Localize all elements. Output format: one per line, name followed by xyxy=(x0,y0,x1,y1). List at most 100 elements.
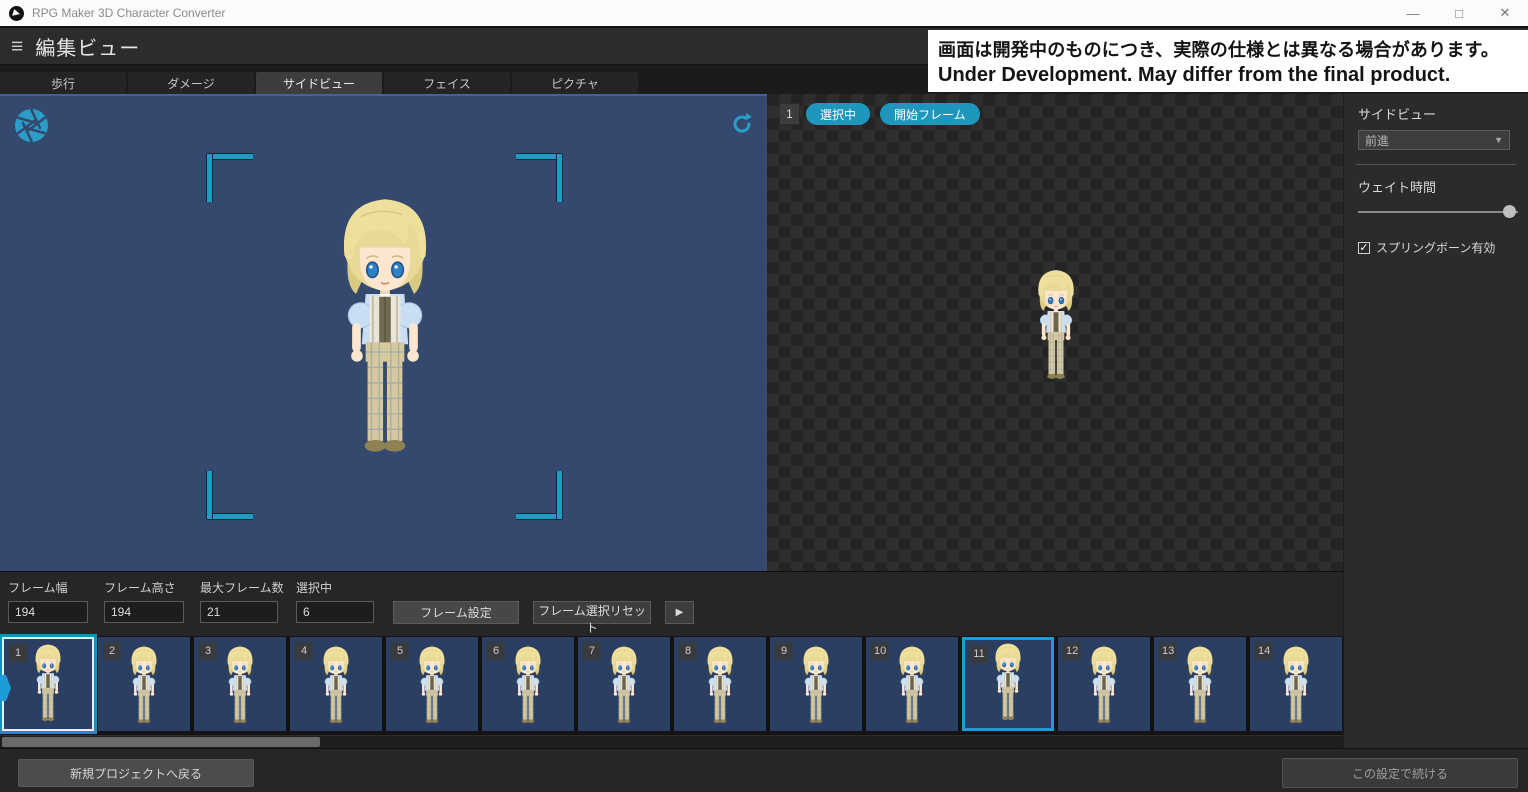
footer-bar: 新規プロジェクトへ戻る この設定で続ける xyxy=(0,748,1528,792)
slider-knob[interactable] xyxy=(1503,205,1516,218)
tab-walk[interactable]: 歩行 xyxy=(0,72,126,94)
frame-number-badge: 11 xyxy=(970,645,988,663)
selected-frame-button[interactable]: 選択中 xyxy=(806,103,870,125)
app-window: RPG Maker 3D Character Converter — □ ✕ ≡… xyxy=(0,0,1528,792)
frame-width-input[interactable] xyxy=(8,601,88,623)
sidebar: サイドビュー 前進 ▼ ウェイト時間 ✓ スプリングボーン有効 xyxy=(1343,94,1528,748)
rpg-maker-logo-icon xyxy=(9,6,24,21)
direction-dropdown-value: 前進 xyxy=(1365,132,1389,149)
filmstrip-frame[interactable]: 5 xyxy=(386,637,478,731)
frame-number-badge: 10 xyxy=(871,642,889,660)
max-frames-input[interactable] xyxy=(200,601,278,623)
spring-bone-checkbox[interactable]: ✓ xyxy=(1358,242,1370,254)
menu-icon[interactable]: ≡ xyxy=(11,36,23,57)
frame-height-group: フレーム高さ xyxy=(104,579,184,623)
character-thumbnail xyxy=(1278,640,1314,728)
character-thumbnail xyxy=(222,640,258,728)
chevron-down-icon: ▼ xyxy=(1494,135,1503,145)
wait-time-slider[interactable] xyxy=(1358,205,1518,219)
frame-width-label: フレーム幅 xyxy=(8,579,88,596)
frame-number-badge: 2 xyxy=(103,642,121,660)
character-thumbnail xyxy=(702,640,738,728)
filmstrip-frame[interactable]: 9 xyxy=(770,637,862,731)
minimize-button[interactable]: — xyxy=(1390,0,1436,26)
filmstrip-frame[interactable]: 4 xyxy=(290,637,382,731)
spring-bone-row: ✓ スプリングボーン有効 xyxy=(1358,239,1516,256)
character-thumbnail xyxy=(30,638,66,726)
frame-height-input[interactable] xyxy=(104,601,184,623)
play-button[interactable]: ▶ xyxy=(665,601,694,624)
selected-count-group: 選択中 xyxy=(296,579,374,623)
start-frame-button[interactable]: 開始フレーム xyxy=(880,103,980,125)
titlebar: RPG Maker 3D Character Converter — □ ✕ xyxy=(0,0,1528,26)
frame-number-badge: 8 xyxy=(679,642,697,660)
filmstrip-scrollbar[interactable] xyxy=(0,735,1343,748)
frame-number-badge: 6 xyxy=(487,642,505,660)
crop-marker-bottom-left xyxy=(207,471,253,519)
frame-number-badge: 3 xyxy=(199,642,217,660)
rotate-view-icon[interactable] xyxy=(730,112,754,136)
filmstrip-frame[interactable]: 8 xyxy=(674,637,766,731)
frame-number-badge: 5 xyxy=(391,642,409,660)
crop-marker-top-left xyxy=(207,154,253,202)
dev-banner: 画面は開発中のものにつき、実際の仕様とは異なる場合があります。 Under De… xyxy=(928,30,1528,92)
frame-height-label: フレーム高さ xyxy=(104,579,184,596)
continue-with-settings-button[interactable]: この設定で続ける xyxy=(1282,758,1518,788)
dev-banner-jp-text: 画面は開発中のものにつき、実際の仕様とは異なる場合があります。 xyxy=(938,36,1528,62)
filmstrip-frame[interactable]: 2 xyxy=(98,637,190,731)
frame-number-badge: 1 xyxy=(9,644,27,662)
direction-dropdown[interactable]: 前進 ▼ xyxy=(1358,130,1510,150)
character-model-preview[interactable] xyxy=(327,178,443,468)
preview-canvas[interactable] xyxy=(0,94,767,571)
filmstrip-frame[interactable]: 11 xyxy=(962,637,1054,731)
frame-number-badge: 13 xyxy=(1159,642,1177,660)
spritesheet-panel[interactable]: 1 選択中 開始フレーム xyxy=(767,94,1343,571)
close-button[interactable]: ✕ xyxy=(1482,0,1528,26)
dev-banner-en-text: Under Development. May differ from the f… xyxy=(938,64,1528,87)
maximize-button[interactable]: □ xyxy=(1436,0,1482,26)
window-title: RPG Maker 3D Character Converter xyxy=(32,6,225,20)
filmstrip-frame[interactable]: 6 xyxy=(482,637,574,731)
character-thumbnail xyxy=(510,640,546,728)
character-thumbnail xyxy=(798,640,834,728)
character-thumbnail xyxy=(606,640,642,728)
window-controls: — □ ✕ xyxy=(1390,0,1528,26)
crop-marker-bottom-right xyxy=(516,471,562,519)
frame-width-group: フレーム幅 xyxy=(8,579,88,623)
frame-number-badge: 14 xyxy=(1255,642,1273,660)
character-thumbnail xyxy=(990,637,1026,725)
scrollbar-thumb[interactable] xyxy=(2,737,320,747)
tab-damage[interactable]: ダメージ xyxy=(128,72,254,94)
filmstrip: 1 2 3 4 5 6 7 8 9 10 11 12 13 14 xyxy=(0,636,1343,748)
character-thumbnail xyxy=(126,640,162,728)
filmstrip-frame[interactable]: 14 xyxy=(1250,637,1342,731)
filmstrip-frame[interactable]: 1 xyxy=(2,637,94,731)
tab-face[interactable]: フェイス xyxy=(384,72,510,94)
character-thumbnail xyxy=(894,640,930,728)
crop-marker-top-right xyxy=(516,154,562,202)
frame-settings-button[interactable]: フレーム設定 xyxy=(393,601,519,624)
character-sprite-frame[interactable] xyxy=(1031,261,1081,386)
filmstrip-frame[interactable]: 12 xyxy=(1058,637,1150,731)
character-thumbnail xyxy=(1086,640,1122,728)
frame-number-badge: 4 xyxy=(295,642,313,660)
filmstrip-frame[interactable]: 7 xyxy=(578,637,670,731)
max-frames-group: 最大フレーム数 xyxy=(200,579,284,623)
character-thumbnail xyxy=(414,640,450,728)
tab-picture[interactable]: ピクチャ xyxy=(512,72,638,94)
max-frames-label: 最大フレーム数 xyxy=(200,579,284,596)
page-title: 編集ビュー xyxy=(35,32,140,61)
filmstrip-frame[interactable]: 13 xyxy=(1154,637,1246,731)
frame-number-chip: 1 xyxy=(779,103,800,125)
aperture-icon[interactable] xyxy=(13,107,50,144)
selected-count-input[interactable] xyxy=(296,601,374,623)
sidebar-divider xyxy=(1356,164,1516,165)
spring-bone-label: スプリングボーン有効 xyxy=(1376,239,1495,256)
frame-number-badge: 12 xyxy=(1063,642,1081,660)
back-to-new-project-button[interactable]: 新規プロジェクトへ戻る xyxy=(18,759,254,787)
tab-sideview[interactable]: サイドビュー xyxy=(256,72,382,94)
filmstrip-frame[interactable]: 10 xyxy=(866,637,958,731)
frame-number-badge: 7 xyxy=(583,642,601,660)
frame-selection-reset-button[interactable]: フレーム選択リセット xyxy=(533,601,651,624)
filmstrip-frame[interactable]: 3 xyxy=(194,637,286,731)
